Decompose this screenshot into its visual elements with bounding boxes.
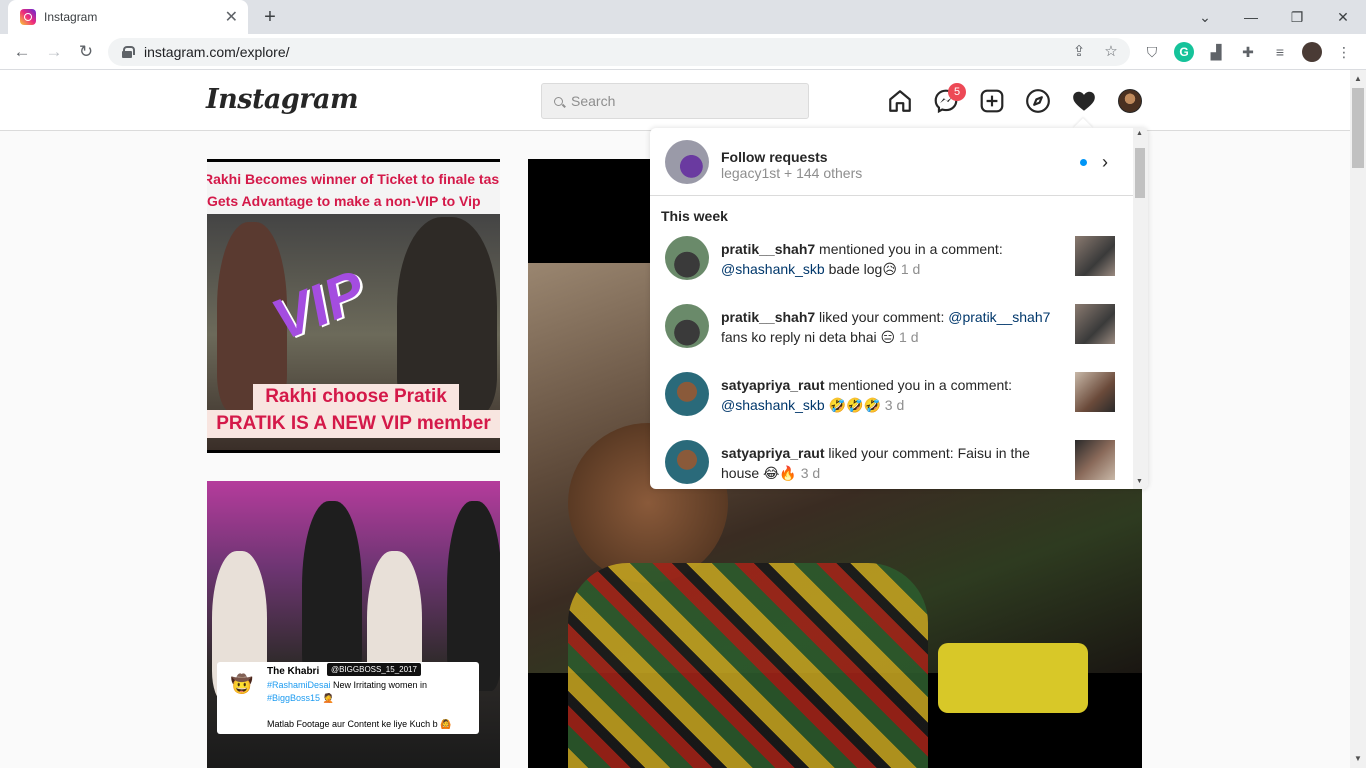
- user-avatar[interactable]: [665, 236, 709, 280]
- profile-avatar[interactable]: [1118, 89, 1142, 113]
- close-window-button[interactable]: ✕: [1320, 0, 1366, 34]
- activity-dropdown: Follow requests legacy1st + 144 others ›…: [650, 128, 1148, 489]
- tweet-author: The Khabri: [267, 666, 320, 677]
- follow-request-avatar: [665, 140, 709, 184]
- post-thumbnail[interactable]: [1075, 236, 1115, 276]
- explore-icon[interactable]: [1025, 88, 1051, 114]
- messenger-badge: 5: [948, 83, 966, 101]
- post-image: Rakhi Becomes winner of Ticket to finale…: [207, 162, 500, 450]
- notification-item[interactable]: satyapriya_raut mentioned you in a comme…: [650, 364, 1133, 424]
- scroll-down-icon[interactable]: ▼: [1354, 754, 1362, 763]
- notification-item[interactable]: pratik__shah7 liked your comment: @prati…: [650, 296, 1133, 356]
- notification-item[interactable]: pratik__shah7 mentioned you in a comment…: [650, 228, 1133, 288]
- notification-text: pratik__shah7 mentioned you in a comment…: [721, 241, 1003, 277]
- khabri-logo-icon: 🤠: [230, 674, 254, 694]
- tab-title: Instagram: [44, 10, 98, 24]
- url-text: instagram.com/explore/: [144, 44, 290, 60]
- lock-icon[interactable]: [122, 46, 135, 58]
- notification-text: satyapriya_raut liked your comment: Fais…: [721, 445, 1030, 481]
- share-icon[interactable]: ⇪: [1067, 40, 1091, 64]
- post-caption-1: Rakhi choose Pratik: [253, 384, 459, 410]
- post-thumbnail[interactable]: [1075, 440, 1115, 480]
- tweet-line-2: #BiggBoss15 🤦: [267, 693, 334, 703]
- search-input[interactable]: Search: [541, 83, 809, 119]
- instagram-logo[interactable]: Instagram: [206, 84, 359, 115]
- explore-post-rakhi-vip[interactable]: Rakhi Becomes winner of Ticket to finale…: [207, 159, 500, 453]
- menu-kebab-icon[interactable]: ⋮: [1334, 42, 1354, 62]
- instagram-favicon-icon: [20, 9, 36, 25]
- tweet-watermark: @BIGGBOSS_15_2017: [327, 663, 421, 676]
- instagram-page: Instagram Search 5 Rakhi Becomes winner …: [0, 70, 1350, 768]
- back-button[interactable]: ←: [10, 40, 34, 64]
- shield-extension-icon[interactable]: ⛉: [1142, 42, 1162, 62]
- media-control-icon[interactable]: ≡: [1270, 42, 1290, 62]
- instagram-navbar: Instagram Search 5: [0, 70, 1350, 131]
- dropdown-scrollbar[interactable]: ▲ ▼: [1133, 128, 1148, 489]
- explore-post-tweet[interactable]: 🤠 The Khabri @BIGGBOSS_15_2017 #RashamiD…: [207, 481, 500, 768]
- reload-button[interactable]: ↻: [74, 40, 98, 64]
- notification-item[interactable]: satyapriya_raut liked your comment: Fais…: [650, 432, 1133, 489]
- address-bar[interactable]: instagram.com/explore/: [108, 38, 1130, 66]
- tab-close-icon[interactable]: ✕: [225, 7, 238, 27]
- bookmark-star-icon[interactable]: ☆: [1099, 40, 1123, 64]
- yellow-garment: [938, 643, 1088, 713]
- tweet-card: 🤠 The Khabri @BIGGBOSS_15_2017 #RashamiD…: [217, 662, 479, 734]
- new-tab-button[interactable]: +: [258, 5, 282, 29]
- minimize-button[interactable]: —: [1228, 0, 1274, 34]
- page-scrollbar[interactable]: ▲ ▼: [1350, 70, 1366, 768]
- search-placeholder: Search: [571, 93, 616, 109]
- follow-requests-subtitle: legacy1st + 144 others: [721, 165, 863, 181]
- home-icon[interactable]: [887, 88, 913, 114]
- activity-heart-icon[interactable]: [1071, 88, 1097, 114]
- tweet-line-3: Matlab Footage aur Content ke liye Kuch …: [267, 719, 452, 729]
- scroll-down-icon[interactable]: ▼: [1136, 478, 1143, 485]
- post-thumbnail[interactable]: [1075, 372, 1115, 412]
- new-post-icon[interactable]: [979, 88, 1005, 114]
- post-headline-2: Gets Advantage to make a non-VIP to Vip: [207, 193, 481, 209]
- search-icon: [554, 96, 563, 106]
- stats-extension-icon[interactable]: ▟: [1206, 42, 1226, 62]
- section-title: This week: [661, 208, 728, 224]
- notification-text: pratik__shah7 liked your comment: @prati…: [721, 309, 1051, 345]
- restore-button[interactable]: ❐: [1274, 0, 1320, 34]
- user-avatar[interactable]: [665, 372, 709, 416]
- puzzle-extensions-icon[interactable]: ✚: [1238, 42, 1258, 62]
- browser-tab-bar: Instagram ✕ + ⌄ — ❐ ✕: [0, 0, 1366, 34]
- tab-search-icon[interactable]: ⌄: [1182, 0, 1228, 34]
- notification-text: satyapriya_raut mentioned you in a comme…: [721, 377, 1013, 413]
- forward-button[interactable]: →: [42, 40, 66, 64]
- scrollbar-thumb[interactable]: [1352, 88, 1364, 168]
- user-avatar[interactable]: [665, 304, 709, 348]
- scroll-up-icon[interactable]: ▲: [1354, 74, 1362, 83]
- follow-requests-row[interactable]: Follow requests legacy1st + 144 others ›: [650, 128, 1133, 196]
- post-thumbnail[interactable]: [1075, 304, 1115, 344]
- profile-avatar-icon[interactable]: [1302, 42, 1322, 62]
- post-caption-2: PRATIK IS A NEW VIP member: [207, 410, 500, 438]
- post-headline-1: Rakhi Becomes winner of Ticket to finale…: [207, 171, 500, 187]
- browser-tab[interactable]: Instagram ✕: [8, 0, 248, 34]
- scroll-up-icon[interactable]: ▲: [1136, 130, 1143, 137]
- scrollbar-thumb[interactable]: [1135, 148, 1145, 198]
- user-avatar[interactable]: [665, 440, 709, 484]
- browser-toolbar: ← → ↻ instagram.com/explore/ ⇪ ☆ ⛉ G ▟ ✚…: [0, 34, 1366, 70]
- follow-requests-title: Follow requests: [721, 149, 828, 165]
- patterned-shirt: [568, 563, 928, 768]
- unread-dot: [1080, 159, 1087, 166]
- tweet-line-1: #RashamiDesai New Irritating women in: [267, 680, 428, 690]
- chevron-right-icon: ›: [1102, 152, 1108, 172]
- grammarly-extension-icon[interactable]: G: [1174, 42, 1194, 62]
